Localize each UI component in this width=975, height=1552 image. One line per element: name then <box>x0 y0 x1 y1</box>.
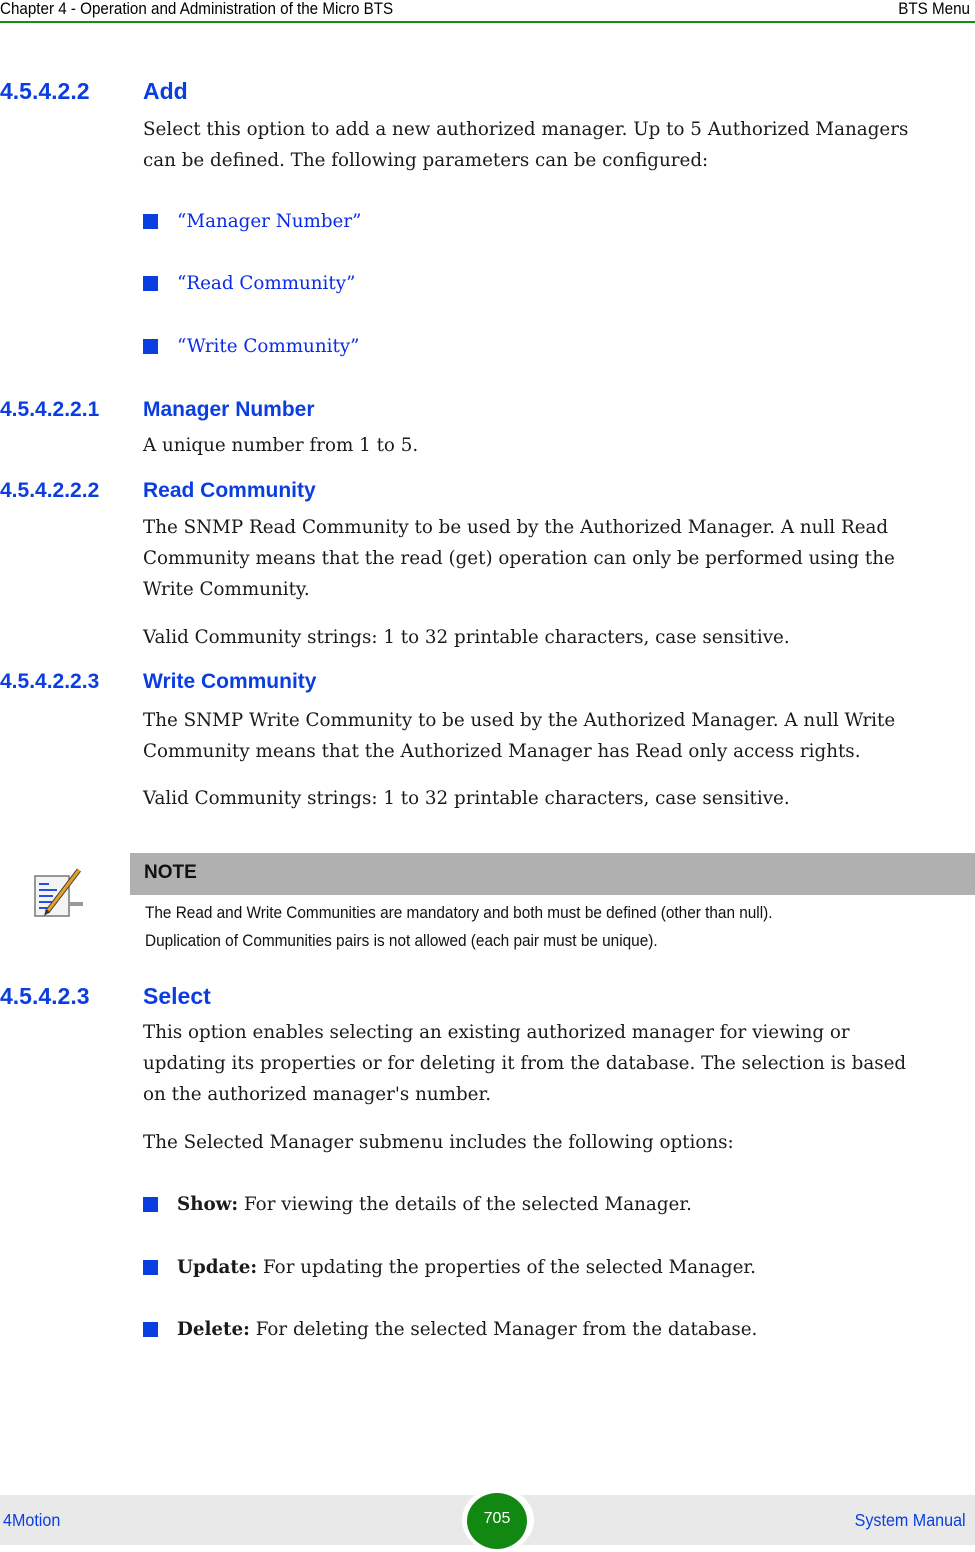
write-community-valid: Valid Community strings: 1 to 32 printab… <box>143 788 790 809</box>
page-number-badge: 705 <box>467 1493 527 1549</box>
option-label: Update: <box>177 1257 258 1278</box>
chapter-title: Chapter 4 - Operation and Administration… <box>0 0 394 18</box>
note-header-bar: NOTE <box>130 853 975 895</box>
option-desc: For updating the properties of the selec… <box>257 1257 756 1278</box>
select-body: This option enables selecting an existin… <box>143 1022 907 1105</box>
read-community-body: The SNMP Read Community to be used by th… <box>143 517 895 600</box>
heading-number: 4.5.4.2.2.2 <box>0 479 100 502</box>
bullet-icon <box>143 1197 158 1212</box>
note-title: NOTE <box>144 862 197 883</box>
bullet-icon <box>143 276 158 291</box>
heading-number: 4.5.4.2.2.3 <box>0 670 100 693</box>
note-pencil-icon <box>33 868 85 918</box>
footer-manual: System Manual <box>855 1510 966 1530</box>
heading-number: 4.5.4.2.3 <box>0 983 90 1009</box>
note-text-line-2: Duplication of Communities pairs is not … <box>145 932 658 950</box>
manager-number-body: A unique number from 1 to 5. <box>143 435 419 456</box>
bullet-icon <box>143 339 158 354</box>
bullet-icon <box>143 1260 158 1275</box>
heading-title: Select <box>143 983 211 1009</box>
heading-title: Add <box>143 78 188 104</box>
section-title: BTS Menu <box>898 0 970 18</box>
heading-title: Manager Number <box>143 398 315 421</box>
heading-number: 4.5.4.2.2 <box>0 78 90 104</box>
bullet-icon <box>143 1322 158 1337</box>
heading-number: 4.5.4.2.2.1 <box>0 398 100 421</box>
option-desc: For viewing the details of the selected … <box>238 1194 692 1215</box>
select-submenu-intro: The Selected Manager submenu includes th… <box>143 1132 734 1153</box>
heading-title: Write Community <box>143 670 317 693</box>
write-community-body: The SNMP Write Community to be used by t… <box>143 710 896 762</box>
option-desc: For deleting the selected Manager from t… <box>249 1319 758 1340</box>
read-community-valid: Valid Community strings: 1 to 32 printab… <box>143 627 790 648</box>
footer-product: 4Motion <box>3 1510 61 1530</box>
option-label: Show: <box>177 1194 239 1215</box>
note-text-line-1: The Read and Write Communities are manda… <box>145 904 773 922</box>
add-body: Select this option to add a new authoriz… <box>143 119 909 171</box>
option-label: Delete: <box>177 1319 250 1340</box>
heading-title: Read Community <box>143 479 316 502</box>
page-header: Chapter 4 - Operation and Administration… <box>0 0 975 23</box>
header-rule <box>0 21 975 23</box>
bullet-icon <box>143 214 158 229</box>
